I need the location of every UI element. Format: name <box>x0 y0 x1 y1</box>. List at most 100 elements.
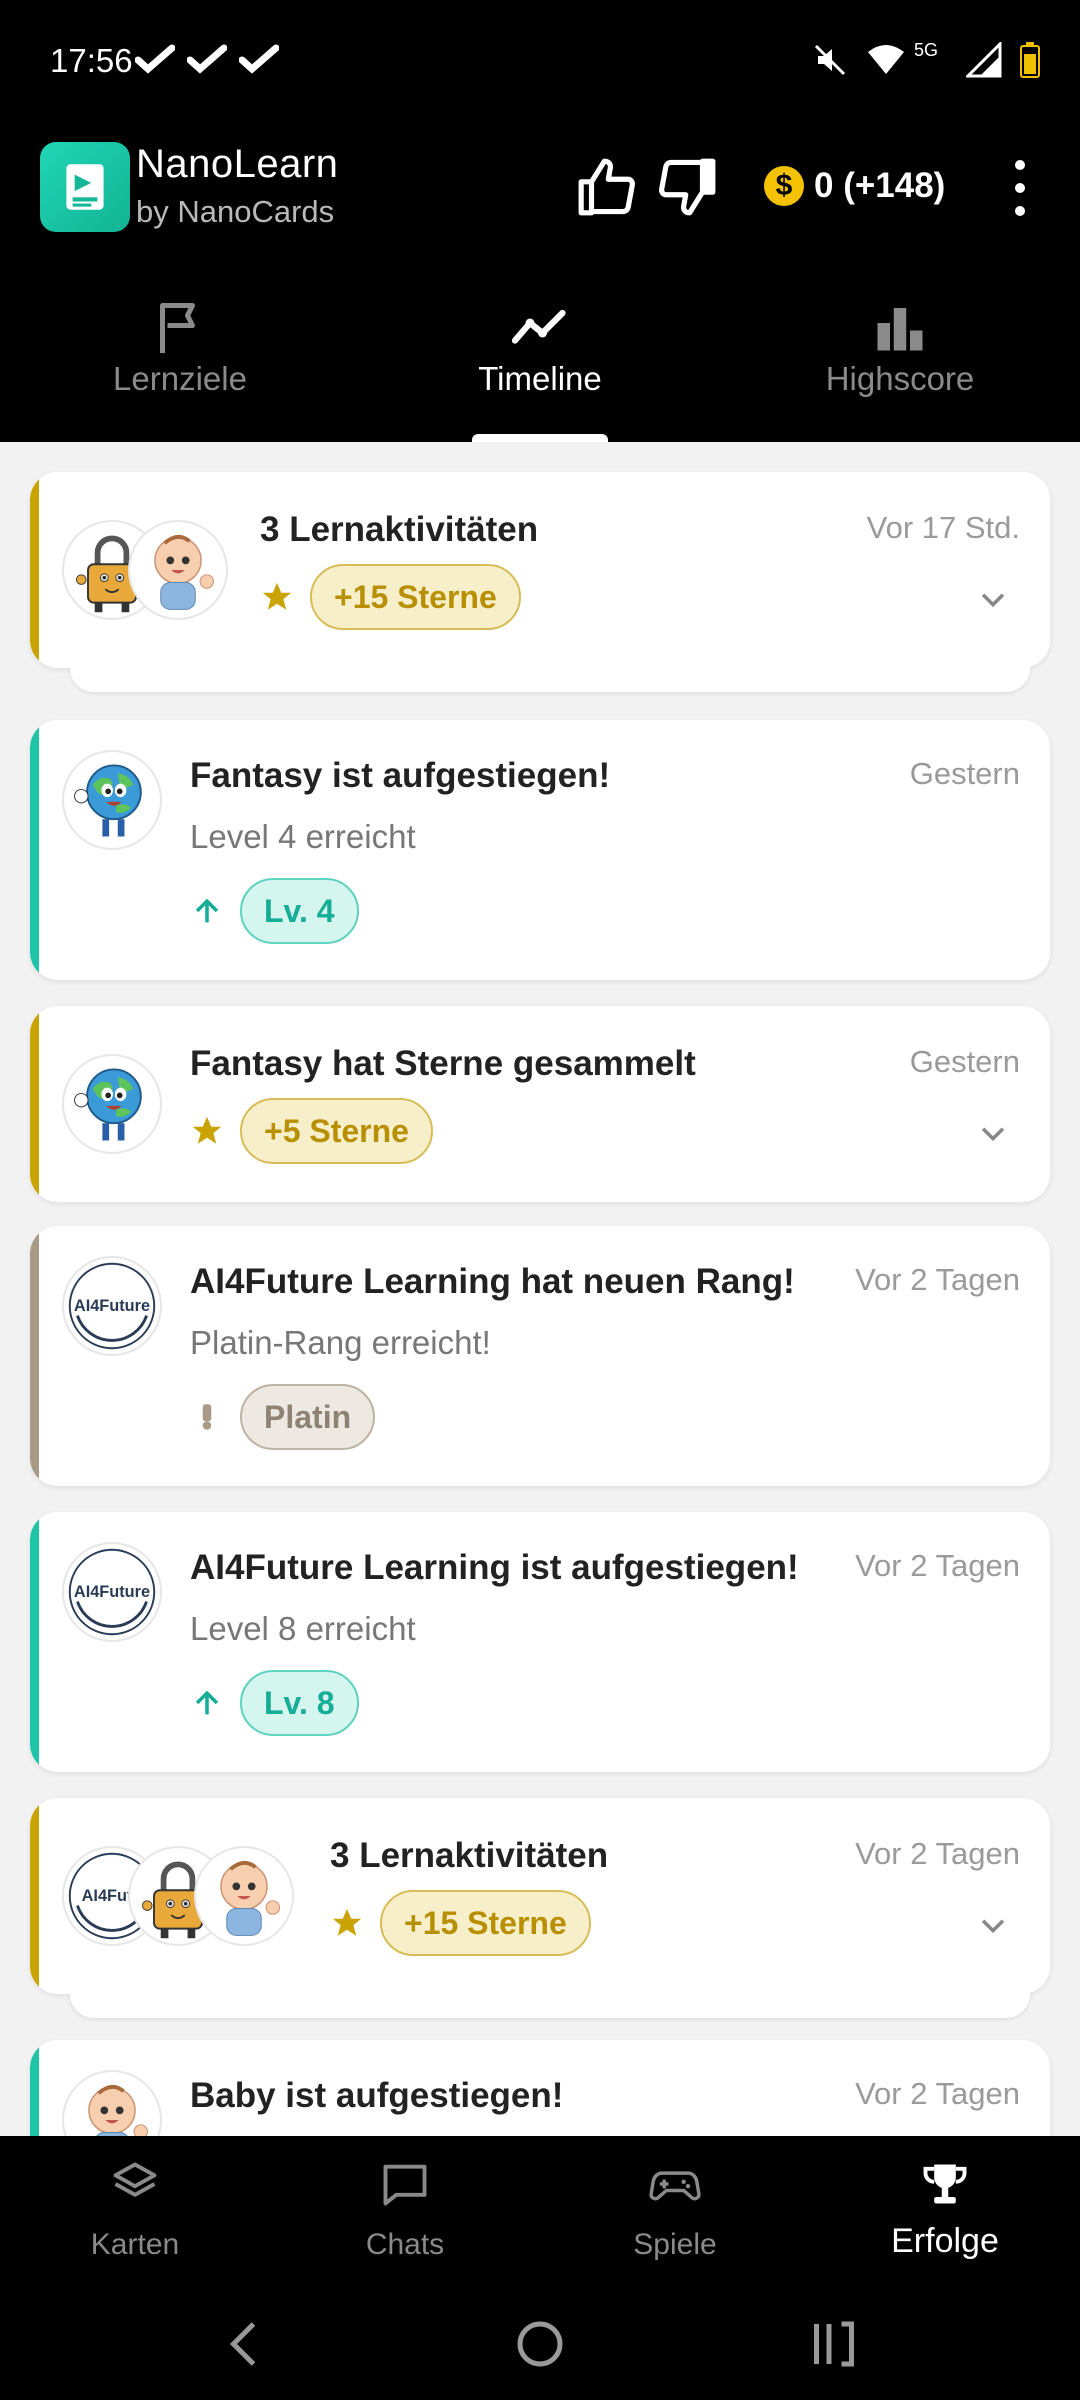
star-icon <box>192 1116 222 1144</box>
rank-badge: Platin <box>240 1384 376 1450</box>
recents-icon[interactable] <box>804 2314 864 2374</box>
chevron-down-icon[interactable] <box>976 1116 1010 1150</box>
mute-icon <box>814 44 846 76</box>
card-subtitle: Level 4 erreicht <box>190 818 416 855</box>
card-time: Vor 2 Tagen <box>855 1548 1020 1583</box>
level-badge: Lv. 8 <box>240 1670 359 1736</box>
baby-mascot-avatar <box>194 1846 294 1946</box>
tab-label: Highscore <box>825 360 975 397</box>
star-icon <box>332 1908 362 1936</box>
trend-icon <box>511 309 566 344</box>
app-header: NanoLearn by NanoCards $ 0 (+148) <box>0 126 1080 256</box>
card-time: Gestern <box>909 1044 1020 1079</box>
back-icon[interactable] <box>216 2314 276 2374</box>
thumbs-up-icon[interactable] <box>576 156 638 218</box>
tab-highscore[interactable]: Highscore <box>720 256 1080 442</box>
gamepad-icon <box>649 2171 701 2201</box>
status-bar: 17:56 5G <box>0 0 1080 126</box>
system-icons: 5G <box>812 39 1040 78</box>
arrow-up-icon <box>195 898 219 923</box>
medal-icon <box>202 1404 212 1430</box>
ai4future-logo-avatar: AI4Future <box>62 1542 162 1642</box>
battery-icon <box>1020 42 1040 78</box>
card-title: Fantasy hat Sterne gesammelt <box>190 1044 696 1083</box>
signal-icon <box>966 42 1002 78</box>
bottom-navigation: Karten Chats Spiele Erfolge <box>0 2136 1080 2288</box>
stars-badge: +15 Sterne <box>380 1890 591 1956</box>
card-title: Baby ist aufgestiegen! <box>190 2076 564 2115</box>
accent-bar <box>30 1512 39 1772</box>
coin-count[interactable]: 0 (+148) <box>814 166 945 206</box>
timeline-card[interactable]: Fantasy ist aufgestiegen! Level 4 erreic… <box>30 720 1050 980</box>
tab-label: Lernziele <box>113 360 247 397</box>
home-icon[interactable] <box>510 2314 570 2374</box>
check-icon <box>187 44 227 74</box>
stars-badge: +15 Sterne <box>310 564 521 630</box>
ai4future-logo-text: AI4Future <box>74 1297 150 1315</box>
chevron-down-icon[interactable] <box>976 582 1010 616</box>
accent-bar <box>30 2040 39 2136</box>
accent-bar <box>30 472 39 668</box>
card-time: Vor 17 Std. <box>866 510 1020 545</box>
coin-icon: $ <box>764 166 804 206</box>
card-time: Vor 2 Tagen <box>855 1836 1020 1871</box>
card-time: Vor 2 Tagen <box>855 1262 1020 1297</box>
layers-icon <box>113 2162 157 2197</box>
nav-chats[interactable]: Chats <box>270 2136 540 2288</box>
network-type: 5G <box>913 39 938 60</box>
trophy-icon <box>923 2164 967 2204</box>
nav-erfolge[interactable]: Erfolge <box>810 2136 1080 2288</box>
app-title: NanoLearn <box>136 142 339 186</box>
globe-mascot-avatar <box>62 1054 162 1154</box>
timeline-card[interactable]: AI4Future AI4Future Learning ist aufgest… <box>30 1512 1050 1772</box>
chevron-down-icon[interactable] <box>976 1908 1010 1942</box>
tab-timeline[interactable]: Timeline <box>360 256 720 442</box>
nav-label: Chats <box>365 2228 445 2261</box>
card-time: Gestern <box>909 756 1020 791</box>
timeline-card[interactable]: AI4Futu 3 Lernaktivitäten Vor 2 Tagen +1… <box>30 1798 1050 2018</box>
card-title: 3 Lernaktivitäten <box>330 1836 609 1875</box>
tab-lernziele[interactable]: Lernziele <box>0 256 360 442</box>
check-icon <box>135 44 175 74</box>
accent-bar <box>30 1006 39 1202</box>
baby-mascot-avatar <box>62 2070 162 2136</box>
card-title: AI4Future Learning hat neuen Rang! <box>190 1262 795 1301</box>
nav-label: Erfolge <box>891 2222 999 2260</box>
stars-badge: +5 Sterne <box>240 1098 433 1164</box>
ai4future-logo-text: AI4Future <box>74 1583 150 1601</box>
wifi-icon <box>867 45 904 74</box>
card-subtitle: Platin-Rang erreicht! <box>190 1324 491 1361</box>
app-subtitle: by NanoCards <box>136 194 335 229</box>
status-time: 17:56 <box>50 42 133 79</box>
nav-karten[interactable]: Karten <box>0 2136 270 2288</box>
nav-label: Karten <box>90 2228 180 2261</box>
globe-mascot-avatar <box>62 750 162 850</box>
check-icon <box>239 44 279 74</box>
chat-icon <box>383 2164 427 2206</box>
card-time: Vor 2 Tagen <box>855 2076 1020 2111</box>
timeline-card[interactable]: 3 Lernaktivitäten Vor 17 Std. +15 Sterne <box>30 472 1050 692</box>
nav-label: Spiele <box>633 2228 717 2261</box>
active-tab-indicator <box>472 434 608 442</box>
star-icon <box>262 582 292 610</box>
thumbs-down-icon[interactable] <box>656 156 718 218</box>
app-logo-icon <box>40 142 130 232</box>
timeline-card[interactable]: AI4Future AI4Future Learning hat neuen R… <box>30 1226 1050 1486</box>
level-badge: Lv. 4 <box>240 878 359 944</box>
tab-label: Timeline <box>478 360 602 397</box>
arrow-up-icon <box>195 1690 219 1715</box>
timeline-card[interactable]: Fantasy hat Sterne gesammelt Gestern +5 … <box>30 1006 1050 1202</box>
ai4future-logo-avatar: AI4Future <box>62 1256 162 1356</box>
card-subtitle: Level 8 erreicht <box>190 1610 416 1647</box>
accent-bar <box>30 1226 39 1486</box>
card-title: AI4Future Learning ist aufgestiegen! <box>190 1548 799 1587</box>
bar-chart-icon <box>877 308 923 351</box>
nav-spiele[interactable]: Spiele <box>540 2136 810 2288</box>
flag-icon <box>160 303 195 353</box>
more-menu-button[interactable] <box>1008 160 1032 216</box>
accent-bar <box>30 720 39 980</box>
top-tab-bar: Lernziele Timeline Highscore <box>0 256 1080 442</box>
timeline-card[interactable]: Baby ist aufgestiegen! Vor 2 Tagen <box>30 2040 1050 2136</box>
timeline-feed[interactable]: 3 Lernaktivitäten Vor 17 Std. +15 Sterne… <box>0 442 1080 2136</box>
system-navigation-bar <box>0 2288 1080 2400</box>
